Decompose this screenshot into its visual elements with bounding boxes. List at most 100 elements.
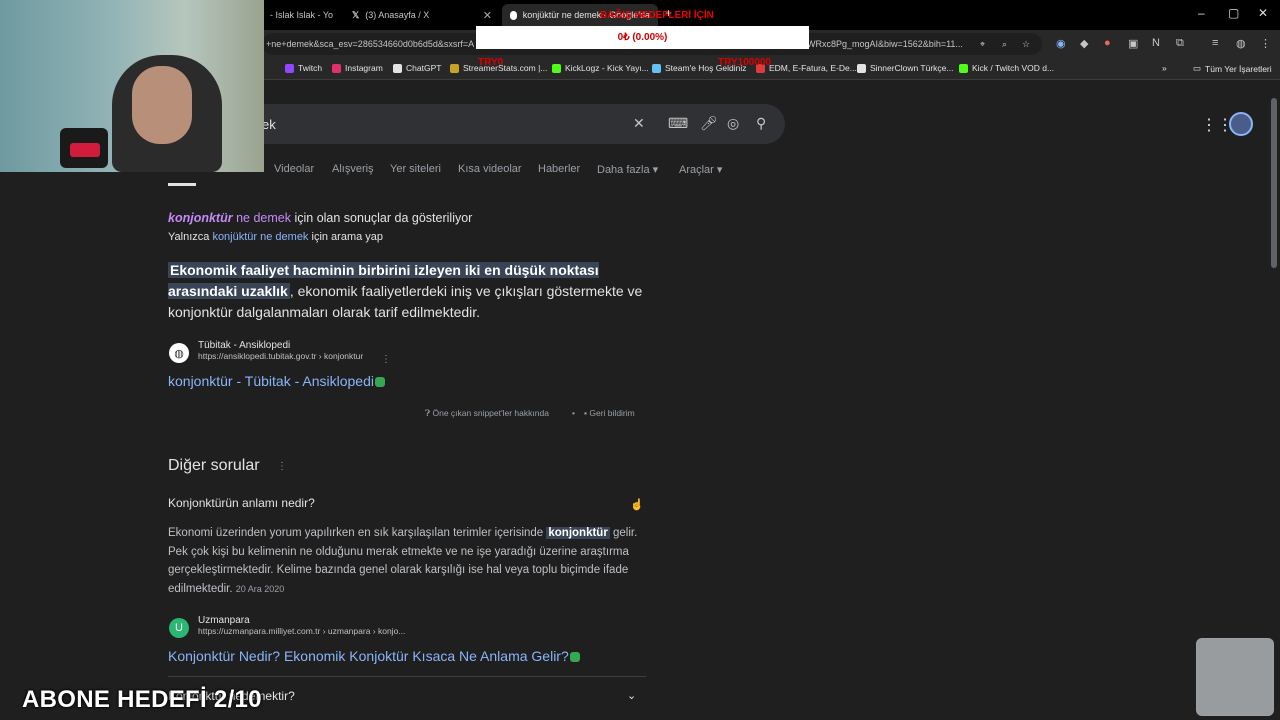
- close-window-icon[interactable]: ✕: [1258, 6, 1268, 20]
- original-query-link[interactable]: konjüktür ne demek: [212, 231, 308, 243]
- scrollbar-thumb[interactable]: [1271, 98, 1277, 268]
- feedback-icon: ▪: [584, 408, 588, 418]
- paa-answer: Ekonomi üzerinden yorum yapılırken en sı…: [168, 527, 638, 595]
- tab-shopping[interactable]: Alışveriş: [332, 163, 374, 175]
- correction-suffix: için olan sonuçlar da gösteriliyor: [294, 211, 473, 225]
- keyboard-icon[interactable]: ⌨: [668, 115, 688, 132]
- location-icon[interactable]: ⌖: [980, 39, 985, 50]
- donation-min: TRY0: [478, 57, 504, 68]
- verified-shield-icon: [569, 652, 580, 663]
- about-snippets-link[interactable]: ❓︎ Öne çıkan snippet'ler hakkında: [425, 408, 549, 419]
- paa-question[interactable]: Konjonktürün anlamı nedir?: [168, 496, 315, 510]
- tab-twitter[interactable]: 𝕏 (3) Anasayfa / X ✕: [344, 4, 500, 26]
- tab-news[interactable]: Haberler: [538, 163, 580, 175]
- cursor-hand-icon: ☝: [630, 499, 644, 511]
- tab-islak[interactable]: - Islak Islak - Yo: [262, 4, 342, 26]
- source-name: Uzmanpara: [198, 615, 250, 626]
- media-icon[interactable]: ≡: [1212, 37, 1218, 49]
- lens-icon[interactable]: ◎: [727, 115, 739, 132]
- separator-dot: •: [572, 408, 575, 418]
- tab-label: - Islak Islak - Yo: [270, 10, 334, 20]
- paa-options-icon[interactable]: ⋮: [277, 461, 287, 472]
- bookmark-edm[interactable]: EDM, E-Fatura, E-De...: [756, 63, 857, 73]
- search-input[interactable]: ek: [262, 117, 276, 132]
- microphone-icon: [70, 143, 100, 157]
- steam-icon: [652, 63, 661, 73]
- url-text-right: WRxc8Pg_mogAI&biw=1562&bih=11...: [807, 39, 963, 49]
- globe-icon: ◍: [169, 343, 189, 363]
- subscriber-goal: ABONE HEDEFİ 2/10: [22, 686, 262, 713]
- extension-icon[interactable]: ◉: [1056, 37, 1066, 50]
- glass-cup-overlay: [1196, 638, 1274, 716]
- google-g-icon: [510, 10, 517, 20]
- donation-goal-text: 0₺ (0.00%): [617, 32, 668, 43]
- caret-down-icon: ▾: [716, 164, 723, 176]
- tab-short-videos[interactable]: Kısa videolar: [458, 163, 522, 175]
- featured-snippet: Ekonomik faaliyet hacminin birbirini izl…: [168, 260, 658, 323]
- donation-goal-bar: 0₺ (0.00%): [476, 26, 809, 49]
- bookmark-kick-vod[interactable]: Kick / Twitch VOD d...: [959, 63, 1054, 73]
- source-name: Tübitak - Ansiklopedi: [198, 340, 291, 351]
- bookmarks-overflow-icon[interactable]: »: [1162, 63, 1167, 73]
- sinnerclown-icon: [857, 63, 866, 73]
- active-tab-underline: [168, 183, 196, 186]
- url-text: +ne+demek&sca_esv=286534660d0b6d5d&sxsrf…: [266, 39, 475, 49]
- snippet-source[interactable]: Tübitak - Ansiklopedi https://ansikloped…: [198, 340, 363, 361]
- all-bookmarks-button[interactable]: ▭ Tüm Yer İşaretleri: [1193, 63, 1272, 74]
- extensions-puzzle-icon[interactable]: ⧉: [1176, 37, 1184, 50]
- profile-icon[interactable]: ◍: [1236, 37, 1246, 50]
- minimize-icon[interactable]: –: [1198, 6, 1205, 20]
- snippet-result-link[interactable]: konjonktür - Tübitak - Ansiklopedi: [168, 373, 385, 389]
- tab-more[interactable]: Daha fazla ▾: [597, 163, 658, 176]
- instagram-icon: [332, 63, 341, 73]
- feedback-link[interactable]: ▪ Geri bildirim: [584, 408, 635, 418]
- avatar[interactable]: [1229, 112, 1253, 136]
- people-also-ask-title: Diğer sorular: [168, 457, 260, 474]
- corrected-word[interactable]: konjonktür: [168, 211, 233, 225]
- webcam-overlay: [0, 0, 264, 172]
- bookmark-chatgpt[interactable]: ChatGPT: [393, 63, 441, 73]
- star-icon[interactable]: ☆: [1022, 39, 1030, 50]
- zoom-icon[interactable]: ⌕: [1002, 39, 1007, 50]
- bookmark-twitch[interactable]: Twitch: [285, 63, 322, 73]
- menu-icon[interactable]: ⋮: [1260, 37, 1271, 50]
- tab-videos[interactable]: Videolar: [274, 163, 314, 175]
- search-tabs: Tümü Görseller Videolar Alışveriş Yer si…: [168, 162, 868, 182]
- tab-tools[interactable]: Araçlar ▾: [679, 163, 722, 176]
- more-options-icon[interactable]: ⋮: [381, 354, 391, 365]
- answer-date: 20 Ara 2020: [235, 583, 285, 594]
- source-url: https://ansiklopedi.tubitak.gov.tr › kon…: [198, 351, 364, 361]
- donation-goal-title: BAĞIŞ HEDEFLERİ İÇİN: [600, 10, 714, 21]
- spelling-correction: konjonktür ne demek için olan sonuçlar d…: [168, 211, 472, 225]
- bookmark-sinnerclown[interactable]: SinnerClown Türkçe...: [857, 63, 953, 73]
- extension-n-icon[interactable]: N: [1152, 37, 1160, 49]
- bookmark-kicklogz[interactable]: KickLogz - Kick Yayı...: [552, 63, 649, 73]
- close-icon[interactable]: ✕: [483, 9, 492, 22]
- verified-shield-icon: [374, 377, 385, 388]
- extension-diamond-icon[interactable]: ◆: [1080, 37, 1088, 50]
- maximize-icon[interactable]: ▢: [1228, 6, 1239, 20]
- tab-label: (3) Anasayfa / X: [365, 10, 430, 20]
- search-instead: Yalnızca konjüktür ne demek için arama y…: [168, 231, 384, 243]
- divider: [168, 676, 646, 677]
- paa-result-link[interactable]: Konjonktür Nedir? Ekonomik Konjoktür Kıs…: [168, 648, 580, 664]
- screen: - Islak Islak - Yo 𝕏 (3) Anasayfa / X ✕ …: [0, 0, 1280, 720]
- bookmark-instagram[interactable]: Instagram: [332, 63, 383, 73]
- search-box[interactable]: ek ✕ ⌨ 🎤︎ ◎ ⚲: [240, 104, 785, 144]
- kicklogz-icon: [552, 63, 561, 73]
- tab-places[interactable]: Yer siteleri: [390, 163, 441, 175]
- streamerstats-icon: [450, 63, 459, 73]
- uzmanpara-icon: U: [169, 618, 189, 638]
- paa-source[interactable]: Uzmanpara https://uzmanpara.milliyet.com…: [198, 615, 405, 636]
- search-icon[interactable]: ⚲: [756, 115, 766, 132]
- donation-max: TRY100000: [718, 57, 771, 68]
- streamer-head: [132, 66, 192, 144]
- chevron-down-icon[interactable]: ⌄: [627, 689, 636, 702]
- microphone-icon[interactable]: 🎤︎: [700, 115, 718, 132]
- clear-icon[interactable]: ✕: [633, 115, 645, 132]
- caret-down-icon: ▾: [652, 164, 659, 176]
- extension-red-icon[interactable]: ●: [1104, 37, 1111, 49]
- extension-ps-icon[interactable]: ▣: [1128, 37, 1138, 50]
- page-scrollbar[interactable]: [1270, 86, 1278, 720]
- corrected-rest[interactable]: ne demek: [236, 211, 291, 225]
